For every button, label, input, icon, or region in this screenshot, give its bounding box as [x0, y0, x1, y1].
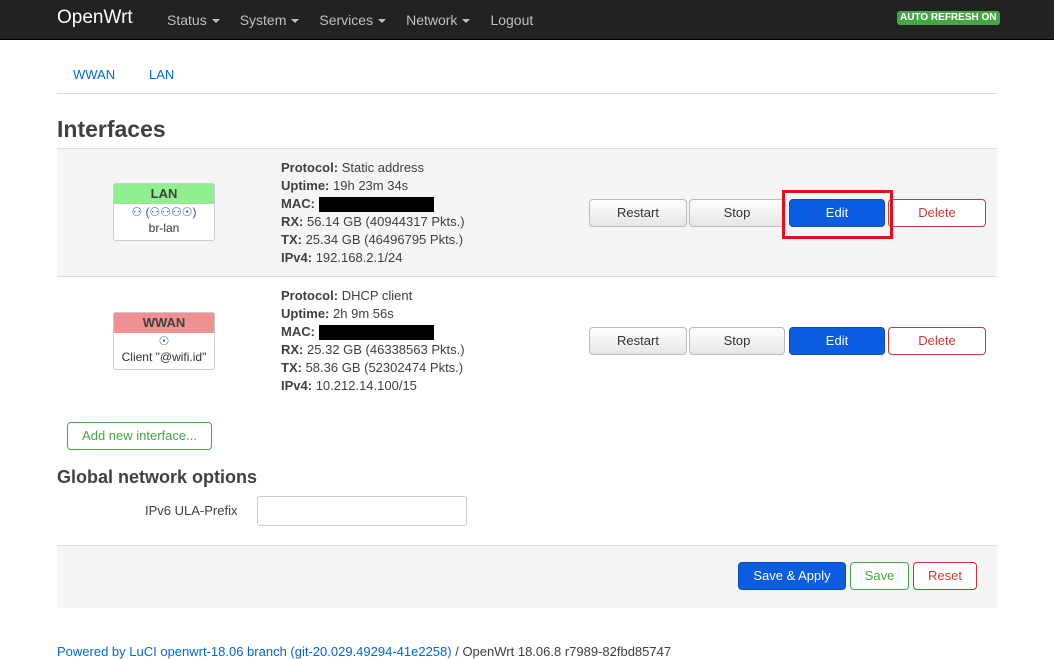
tx-value: 25.34 GB (46496795 Pkts.) — [305, 232, 464, 247]
rx-label: RX: — [281, 342, 304, 357]
menu-services-label: Services — [319, 12, 374, 28]
ula-prefix-input[interactable] — [257, 496, 467, 526]
page-title: Interfaces — [57, 116, 166, 142]
stop-button[interactable]: Stop — [689, 199, 785, 227]
wifi-icon: ☉ — [158, 334, 170, 348]
rx-value: 56.14 GB (40944317 Pkts.) — [307, 214, 465, 229]
interface-badge-lan: LAN ⚇ (⚇⚇⚇☉) br-lan — [113, 183, 215, 241]
save-apply-button[interactable]: Save & Apply — [738, 562, 846, 590]
action-bar: Save & Apply Save Reset — [57, 545, 997, 608]
ula-prefix-label: IPv6 ULA-Prefix — [145, 503, 238, 518]
footer: Powered by LuCI openwrt-18.06 branch (gi… — [57, 644, 671, 659]
protocol-value: Static address — [341, 160, 425, 175]
ipv4-value: 10.212.14.100/15 — [315, 378, 417, 393]
auto-refresh-badge[interactable]: AUTO REFRESH ON — [897, 11, 1000, 25]
ipv4-value: 192.168.2.1/24 — [315, 250, 403, 265]
interface-row-wwan: WWAN ☉ Client "@wifi.id" Protocol: DHCP … — [57, 276, 997, 404]
protocol-label: Protocol: — [281, 288, 339, 303]
chevron-down-icon — [462, 19, 471, 23]
stop-button[interactable]: Stop — [689, 327, 785, 355]
menu-logout-label: Logout — [490, 12, 534, 28]
mac-redaction — [318, 325, 434, 341]
interface-name: WWAN — [114, 313, 214, 333]
edit-button[interactable]: Edit — [789, 327, 885, 355]
tx-label: TX: — [281, 232, 302, 247]
luci-version-link[interactable]: Powered by LuCI openwrt-18.06 branch (gi… — [57, 644, 452, 659]
save-button[interactable]: Save — [850, 562, 909, 590]
tab-wwan[interactable]: WWAN — [73, 67, 115, 82]
chevron-down-icon — [211, 19, 220, 23]
interface-info: Protocol: Static address Uptime: 19h 23m… — [281, 159, 465, 267]
edit-highlight-box — [782, 190, 893, 239]
rx-value: 25.32 GB (46338563 Pkts.) — [307, 342, 465, 357]
uptime-value: 19h 23m 34s — [333, 178, 409, 193]
top-navbar: OpenWrt Status System Services Network L… — [0, 0, 1054, 40]
interface-tabs: WWAN LAN — [57, 60, 997, 94]
protocol-label: Protocol: — [281, 160, 339, 175]
tab-lan[interactable]: LAN — [149, 67, 174, 82]
chevron-down-icon — [291, 19, 300, 23]
menu-system-label: System — [239, 12, 287, 28]
reset-button[interactable]: Reset — [913, 562, 977, 590]
main-menu: Status System Services Network Logout — [167, 0, 553, 40]
menu-services[interactable]: Services — [319, 12, 387, 28]
ipv4-label: IPv4: — [281, 250, 313, 265]
interface-device: Client "@wifi.id" — [121, 350, 207, 364]
ipv4-label: IPv4: — [281, 378, 313, 393]
interface-device: br-lan — [148, 221, 180, 235]
menu-system[interactable]: System — [240, 12, 300, 28]
mac-label: MAC: — [281, 324, 315, 339]
menu-network[interactable]: Network — [406, 12, 471, 28]
mac-redaction — [318, 197, 434, 213]
tx-value: 58.36 GB (52302474 Pkts.) — [305, 360, 464, 375]
uptime-label: Uptime: — [281, 178, 330, 193]
tx-label: TX: — [281, 360, 302, 375]
uptime-label: Uptime: — [281, 306, 330, 321]
uptime-value: 2h 9m 56s — [333, 306, 394, 321]
rx-label: RX: — [281, 214, 304, 229]
chevron-down-icon — [378, 19, 387, 23]
protocol-value: DHCP client — [341, 288, 413, 303]
brand-logo[interactable]: OpenWrt — [57, 7, 133, 29]
interface-badge-wwan: WWAN ☉ Client "@wifi.id" — [113, 312, 215, 370]
menu-network-label: Network — [406, 12, 458, 28]
menu-status-label: Status — [167, 12, 207, 28]
delete-button[interactable]: Delete — [888, 327, 986, 355]
restart-button[interactable]: Restart — [589, 199, 687, 227]
global-options-title: Global network options — [57, 467, 258, 487]
network-port-icon: ⚇ (⚇⚇⚇☉) — [131, 205, 197, 219]
menu-status[interactable]: Status — [167, 12, 220, 28]
mac-label: MAC: — [281, 196, 315, 211]
interface-name: LAN — [114, 184, 214, 204]
add-interface-button[interactable]: Add new interface... — [67, 422, 212, 450]
menu-logout[interactable]: Logout — [490, 12, 533, 28]
openwrt-version-text: / OpenWrt 18.06.8 r7989-82fbd85747 — [451, 644, 672, 659]
restart-button[interactable]: Restart — [589, 327, 687, 355]
interface-info: Protocol: DHCP client Uptime: 2h 9m 56s … — [281, 287, 465, 395]
delete-button[interactable]: Delete — [888, 199, 986, 227]
